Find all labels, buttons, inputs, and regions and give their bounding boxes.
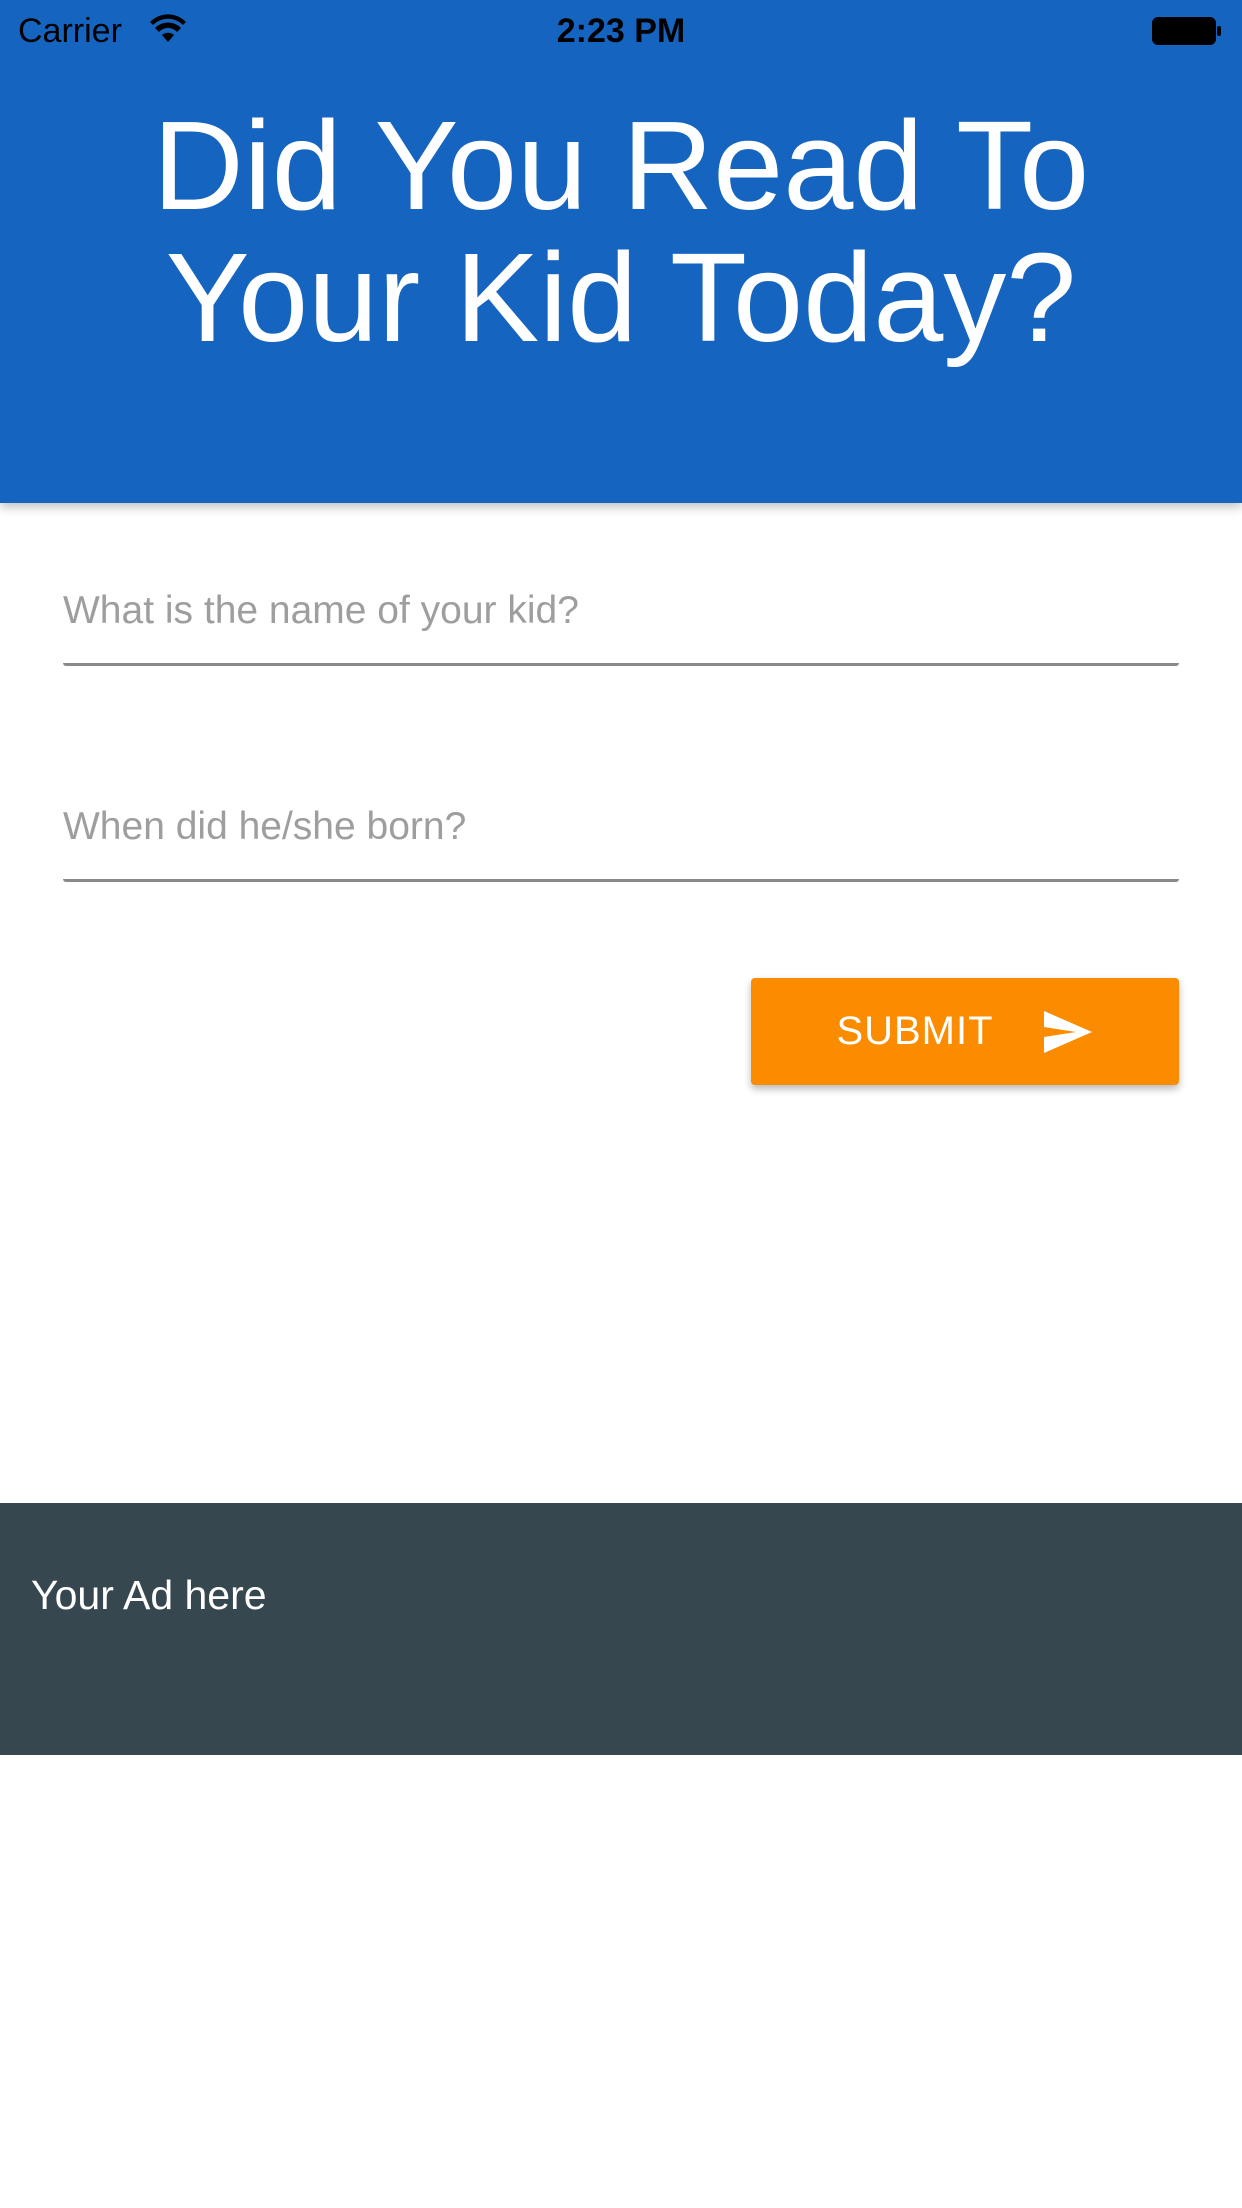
kid-name-input[interactable] <box>63 556 1179 666</box>
kid-name-underline <box>63 663 1179 666</box>
birth-date-field[interactable] <box>63 772 1179 882</box>
app-header: Carrier 2:23 PM Did You Read To Your Kid… <box>0 0 1242 503</box>
send-icon <box>1043 1010 1092 1053</box>
battery-icon <box>1152 17 1221 45</box>
submit-label: SUBMIT <box>836 1009 994 1053</box>
submit-button[interactable]: SUBMIT <box>751 978 1179 1085</box>
status-time: 2:23 PM <box>556 12 686 50</box>
birth-date-underline <box>63 879 1179 882</box>
status-bar: Carrier 2:23 PM <box>0 0 1242 62</box>
kid-name-field[interactable] <box>63 556 1179 666</box>
birth-date-input[interactable] <box>63 772 1179 882</box>
ad-text: Your Ad here <box>31 1572 267 1618</box>
page-title: Did You Read To Your Kid Today? <box>152 95 1090 368</box>
ad-banner[interactable]: Your Ad here <box>0 1503 1242 1755</box>
